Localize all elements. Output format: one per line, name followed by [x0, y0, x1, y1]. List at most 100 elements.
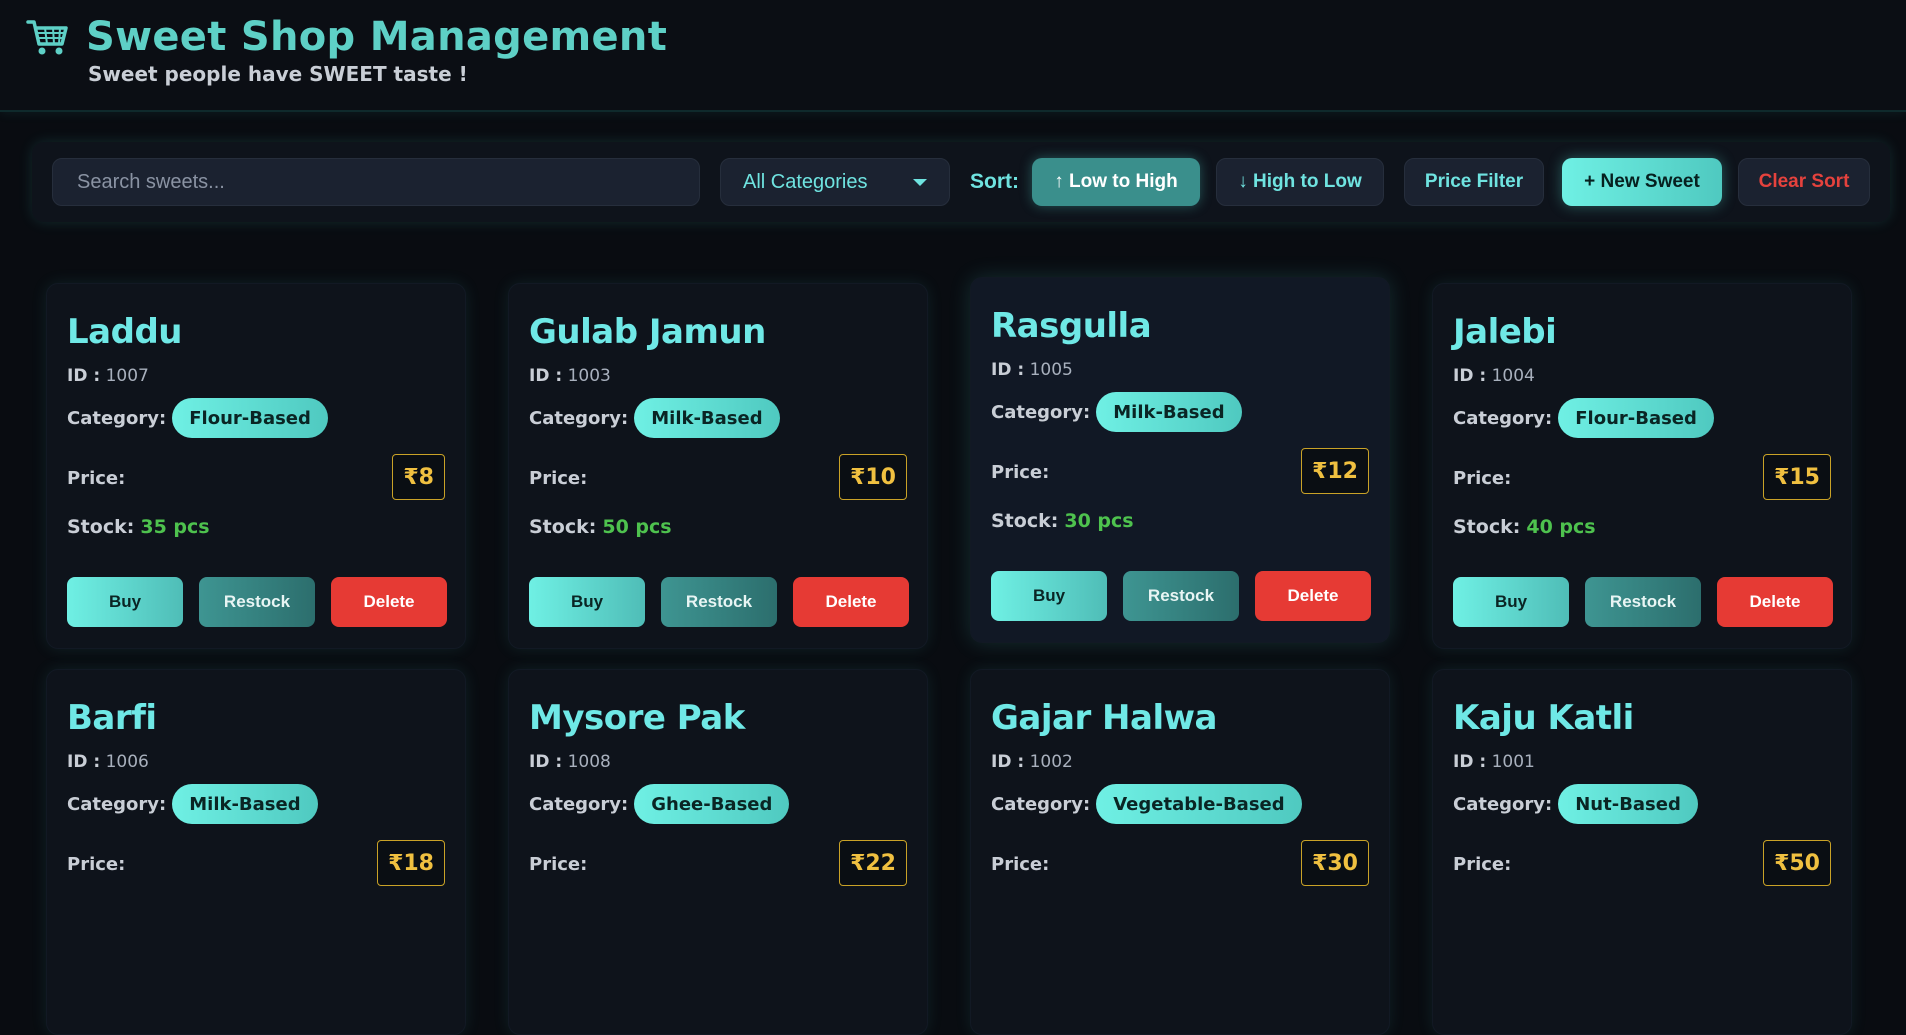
delete-button[interactable]: Delete — [793, 577, 909, 627]
sweet-category: Category: Milk-Based — [991, 392, 1242, 432]
category-label: Category: — [67, 793, 167, 815]
restock-button[interactable]: Restock — [1585, 577, 1701, 627]
category-select-value: All Categories — [743, 170, 868, 193]
id-label: ID : — [991, 752, 1025, 772]
stock-label: Stock: — [991, 510, 1059, 532]
stock-value: 40 pcs — [1526, 516, 1596, 538]
id-label: ID : — [529, 752, 563, 772]
sweet-category: Category: Milk-Based — [529, 398, 780, 438]
delete-button[interactable]: Delete — [331, 577, 447, 627]
sweet-name: Gulab Jamun — [529, 312, 766, 352]
sweet-name: Laddu — [67, 312, 183, 352]
chevron-down-icon — [913, 178, 927, 186]
sweet-id-value: 1006 — [105, 752, 149, 772]
toolbar: All Categories Sort: ↑ Low to High ↓ Hig… — [32, 142, 1890, 222]
stock-label: Stock: — [1453, 516, 1521, 538]
sweet-id: ID : 1005 — [991, 360, 1073, 380]
id-label: ID : — [67, 366, 101, 386]
price-badge: ₹22 — [839, 840, 907, 886]
app-header: Sweet Shop Management Sweet people have … — [0, 0, 1906, 112]
id-label: ID : — [1453, 366, 1487, 386]
id-label: ID : — [67, 752, 101, 772]
stock-label: Stock: — [67, 516, 135, 538]
sweet-name: Barfi — [67, 698, 157, 738]
price-label: Price: — [1453, 468, 1512, 489]
price-badge: ₹50 — [1763, 840, 1831, 886]
sweet-card: Barfi ID : 1006 Category: Milk-Based Pric… — [46, 669, 466, 1035]
sweet-card: Kaju Katli ID : 1001 Category: Nut-Based … — [1432, 669, 1852, 1035]
sweet-id-value: 1007 — [105, 366, 149, 386]
category-label: Category: — [529, 407, 629, 429]
price-label: Price: — [991, 462, 1050, 483]
id-label: ID : — [529, 366, 563, 386]
delete-button[interactable]: Delete — [1717, 577, 1833, 627]
price-label: Price: — [529, 468, 588, 489]
category-label: Category: — [1453, 407, 1553, 429]
sweet-stock: Stock: 30 pcs — [991, 510, 1134, 532]
restock-button[interactable]: Restock — [199, 577, 315, 627]
sweet-name: Kaju Katli — [1453, 698, 1634, 738]
sweets-grid: Laddu ID : 1007 Category: Flour-Based Pri… — [46, 277, 1854, 1035]
app-title: Sweet Shop Management — [86, 14, 668, 60]
price-label: Price: — [67, 854, 126, 875]
sweet-id: ID : 1001 — [1453, 752, 1535, 772]
buy-button[interactable]: Buy — [991, 571, 1107, 621]
search-input[interactable] — [52, 158, 700, 206]
category-label: Category: — [991, 793, 1091, 815]
sweet-card: Gulab Jamun ID : 1003 Category: Milk-Base… — [508, 283, 928, 649]
restock-button[interactable]: Restock — [661, 577, 777, 627]
delete-button[interactable]: Delete — [1255, 571, 1371, 621]
category-badge: Milk-Based — [634, 398, 780, 438]
price-filter-button[interactable]: Price Filter — [1404, 158, 1544, 206]
category-label: Category: — [1453, 793, 1553, 815]
id-label: ID : — [991, 360, 1025, 380]
price-badge: ₹10 — [839, 454, 907, 500]
sweet-name: Mysore Pak — [529, 698, 745, 738]
price-badge: ₹8 — [392, 454, 445, 500]
category-select[interactable]: All Categories — [720, 158, 950, 206]
category-badge: Vegetable-Based — [1096, 784, 1302, 824]
sweet-id-value: 1002 — [1029, 752, 1073, 772]
sweet-category: Category: Vegetable-Based — [991, 784, 1302, 824]
sweet-card: Rasgulla ID : 1005 Category: Milk-Based P… — [970, 277, 1390, 643]
shopping-cart-icon — [26, 20, 68, 55]
price-badge: ₹30 — [1301, 840, 1369, 886]
id-label: ID : — [1453, 752, 1487, 772]
sweet-id: ID : 1008 — [529, 752, 611, 772]
sweet-card: Gajar Halwa ID : 1002 Category: Vegetable… — [970, 669, 1390, 1035]
sweet-card: Jalebi ID : 1004 Category: Flour-Based Pr… — [1432, 283, 1852, 649]
price-label: Price: — [67, 468, 126, 489]
sweet-id: ID : 1003 — [529, 366, 611, 386]
new-sweet-button[interactable]: + New Sweet — [1562, 158, 1722, 206]
sweet-id-value: 1004 — [1491, 366, 1535, 386]
category-badge: Flour-Based — [1558, 398, 1714, 438]
category-badge: Milk-Based — [1096, 392, 1242, 432]
sort-low-to-high-button[interactable]: ↑ Low to High — [1032, 158, 1200, 206]
restock-button[interactable]: Restock — [1123, 571, 1239, 621]
sort-label: Sort: — [970, 170, 1019, 193]
sweet-name: Rasgulla — [991, 306, 1152, 346]
sweet-category: Category: Nut-Based — [1453, 784, 1698, 824]
category-label: Category: — [529, 793, 629, 815]
category-label: Category: — [991, 401, 1091, 423]
clear-sort-button[interactable]: Clear Sort — [1738, 158, 1870, 206]
price-label: Price: — [991, 854, 1050, 875]
sweet-stock: Stock: 40 pcs — [1453, 516, 1596, 538]
sweet-id-value: 1003 — [567, 366, 611, 386]
sweet-category: Category: Milk-Based — [67, 784, 318, 824]
buy-button[interactable]: Buy — [67, 577, 183, 627]
buy-button[interactable]: Buy — [1453, 577, 1569, 627]
sweet-card: Mysore Pak ID : 1008 Category: Ghee-Based… — [508, 669, 928, 1035]
sweet-id: ID : 1007 — [67, 366, 149, 386]
sweet-category: Category: Flour-Based — [67, 398, 328, 438]
price-badge: ₹18 — [377, 840, 445, 886]
sweet-name: Jalebi — [1453, 312, 1557, 352]
sweet-id-value: 1008 — [567, 752, 611, 772]
buy-button[interactable]: Buy — [529, 577, 645, 627]
sweet-stock: Stock: 50 pcs — [529, 516, 672, 538]
sort-high-to-low-button[interactable]: ↓ High to Low — [1216, 158, 1384, 206]
sweet-name: Gajar Halwa — [991, 698, 1217, 738]
sweet-id: ID : 1002 — [991, 752, 1073, 772]
sweet-id: ID : 1006 — [67, 752, 149, 772]
category-badge: Flour-Based — [172, 398, 328, 438]
